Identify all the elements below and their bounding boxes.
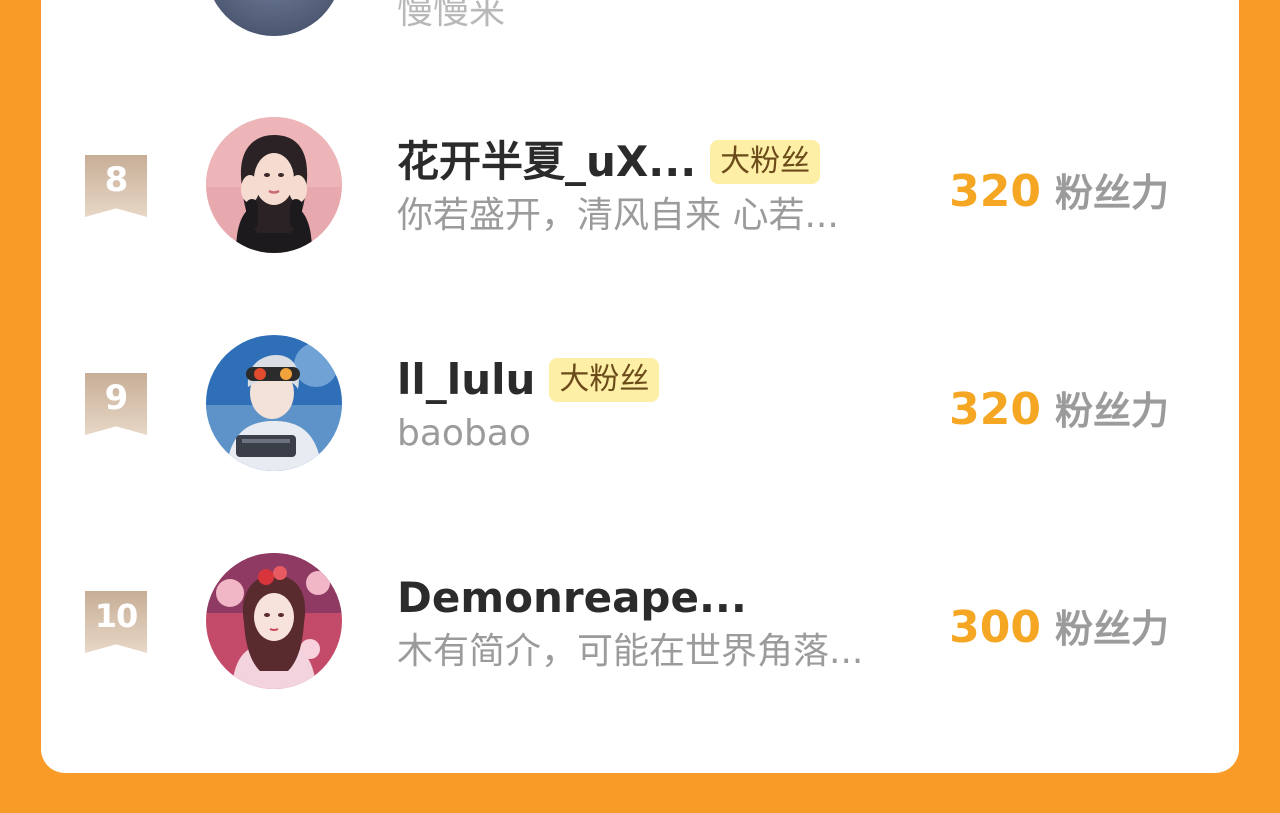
avatar-woman-black-hair-icon	[206, 117, 342, 253]
avatar[interactable]	[206, 0, 342, 36]
bio-text: baobao	[397, 413, 531, 454]
list-item[interactable]: 9 ll_lulu 大粉丝 baobao 320 粉丝力	[41, 298, 1239, 471]
ranking-card: 慢慢来 8 花开半夏_uX... 大粉丝 你若盛开，清风自来 心若... 320…	[41, 0, 1239, 773]
fan-power-score: 300 粉丝力	[949, 598, 1169, 653]
fan-power-score: 320 粉丝力	[949, 162, 1169, 217]
avatar[interactable]	[206, 117, 342, 253]
fan-power-score: 320 粉丝力	[949, 380, 1169, 435]
bio-text: 木有简介，可能在世界角落...	[397, 631, 864, 672]
avatar[interactable]	[206, 553, 342, 689]
user-name[interactable]: 花开半夏_uX...	[397, 136, 696, 188]
rank-badge: 9	[85, 373, 147, 435]
avatar-anime-girl-flowers-icon	[206, 553, 342, 689]
list-item-partial[interactable]: 慢慢来	[41, 0, 1239, 40]
avatar[interactable]	[206, 335, 342, 471]
score-unit: 粉丝力	[1054, 171, 1169, 215]
score-value: 300	[949, 602, 1041, 653]
bio-text: 慢慢来	[397, 0, 506, 32]
avatar-anime-boy-goggles-icon	[206, 335, 342, 471]
score-value: 320	[949, 384, 1041, 435]
list-item[interactable]: 8 花开半夏_uX... 大粉丝 你若盛开，清风自来 心若... 320 粉丝力	[41, 80, 1239, 253]
user-name[interactable]: ll_lulu	[397, 354, 535, 406]
bio-text: 你若盛开，清风自来 心若...	[397, 195, 839, 236]
list-item[interactable]: 10 Demonreape... 木有简介，可能在世界角落... 300 粉丝力	[41, 516, 1239, 689]
score-unit: 粉丝力	[1054, 607, 1169, 651]
user-name[interactable]: Demonreape...	[397, 572, 747, 624]
fan-level-badge: 大粉丝	[710, 140, 821, 184]
fan-level-badge: 大粉丝	[549, 358, 660, 402]
score-unit: 粉丝力	[1054, 389, 1169, 433]
rank-badge: 8	[85, 155, 147, 217]
score-value: 320	[949, 166, 1041, 217]
rank-badge: 10	[85, 591, 147, 653]
